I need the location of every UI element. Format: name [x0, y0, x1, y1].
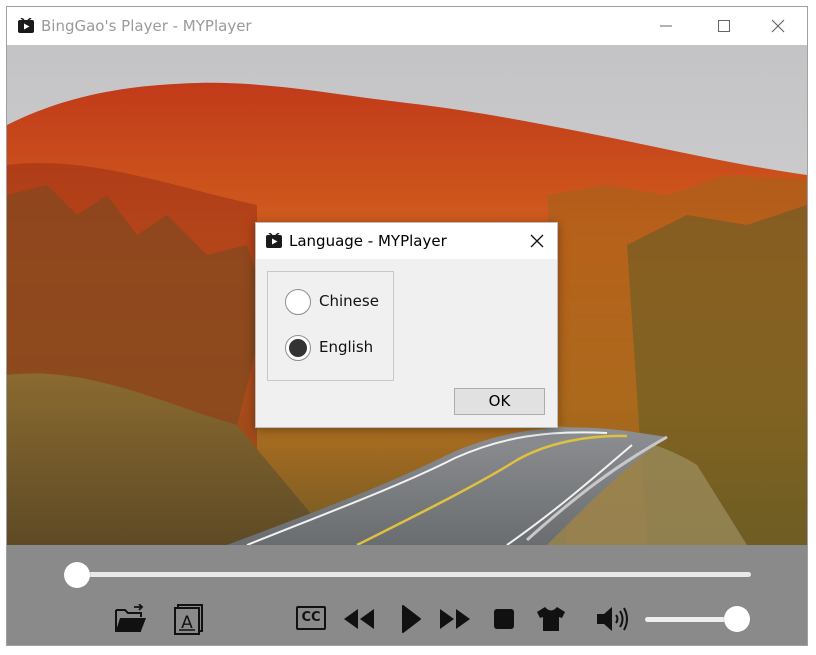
stop-icon[interactable]	[494, 609, 514, 629]
dialog-close-button[interactable]	[522, 227, 552, 255]
dialog-title: Language - MYPlayer	[289, 232, 447, 250]
play-icon[interactable]	[399, 604, 423, 634]
dialog-title-bar[interactable]: Language - MYPlayer	[256, 223, 557, 259]
skin-shirt-icon[interactable]	[536, 606, 566, 632]
language-options-group: Chinese English	[267, 271, 394, 381]
volume-slider-handle[interactable]	[724, 606, 750, 632]
radio-button-english[interactable]	[285, 335, 311, 361]
radio-selected-dot	[289, 339, 307, 357]
window-title: BingGao's Player - MYPlayer	[41, 17, 252, 35]
close-icon	[771, 19, 785, 33]
radio-option-english[interactable]: English	[285, 335, 385, 365]
fast-forward-icon[interactable]	[438, 607, 472, 631]
ok-button[interactable]: OK	[454, 388, 545, 415]
radio-option-chinese[interactable]: Chinese	[285, 289, 385, 319]
radio-label-english: English	[319, 338, 374, 356]
close-icon	[530, 234, 544, 248]
player-logo-icon	[266, 233, 282, 248]
language-dialog: Language - MYPlayer Chinese English OK	[255, 222, 558, 428]
cc-label: CC	[301, 610, 321, 625]
minimize-button[interactable]	[637, 7, 695, 45]
open-folder-icon[interactable]	[114, 604, 148, 634]
title-bar[interactable]: BingGao's Player - MYPlayer	[7, 7, 807, 45]
volume-icon[interactable]	[595, 604, 631, 634]
control-bar: A CC	[7, 545, 807, 645]
close-button[interactable]	[749, 7, 807, 45]
maximize-icon	[718, 20, 730, 32]
maximize-button[interactable]	[695, 7, 753, 45]
closed-caption-icon[interactable]: CC	[296, 606, 326, 630]
rewind-icon[interactable]	[342, 607, 376, 631]
subtitle-file-icon[interactable]: A	[173, 603, 205, 635]
radio-label-chinese: Chinese	[319, 292, 379, 310]
seek-slider-handle[interactable]	[64, 562, 90, 588]
minimize-icon	[660, 25, 672, 27]
seek-slider-track[interactable]	[77, 572, 751, 577]
radio-button-chinese[interactable]	[285, 289, 311, 315]
player-logo-icon	[18, 18, 34, 33]
